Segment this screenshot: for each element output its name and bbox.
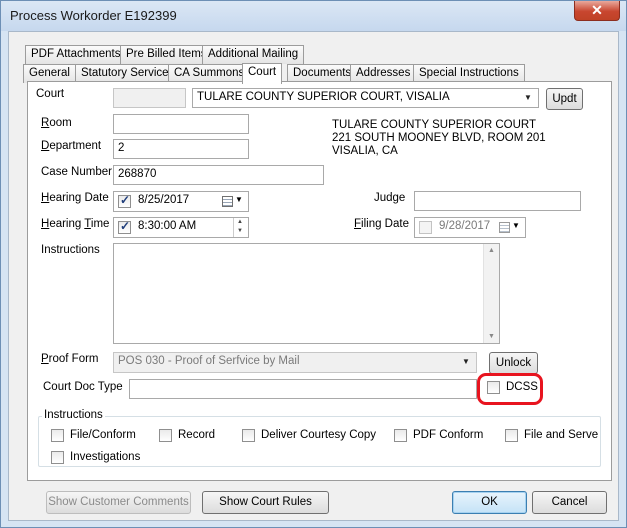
investigations-label: Investigations (70, 451, 141, 463)
hearing-date-picker[interactable]: 8/25/2017 ▼ (113, 191, 249, 212)
calendar-icon[interactable] (499, 222, 510, 233)
filing-date-checkbox[interactable] (419, 221, 432, 234)
record-checkbox[interactable] (159, 429, 172, 442)
tab-label: Documents (293, 67, 352, 79)
court-address-line: TULARE COUNTY SUPERIOR COURT (332, 119, 537, 131)
tab-label: Pre Billed Items (126, 48, 207, 60)
tab-label: Addresses (356, 67, 411, 79)
file-conform-label: File/Conform (70, 429, 136, 441)
close-button[interactable]: ✕ (574, 1, 620, 21)
room-label: Room (41, 117, 72, 129)
tab-label: Special Instructions (419, 67, 519, 79)
scrollbar-arrow-icon[interactable]: ▲ (488, 247, 495, 254)
tab-label: PDF Attachments (31, 48, 121, 60)
tab-pdf-attachments[interactable]: PDF Attachments (25, 45, 127, 64)
scrollbar-arrow-icon[interactable]: ▼ (488, 333, 495, 340)
hearing-time-value: 8:30:00 AM (138, 220, 197, 232)
spinner-icon[interactable]: ▲ ▼ (233, 218, 246, 237)
court-tab-panel: Court TULARE COUNTY SUPERIOR COURT, VISA… (27, 81, 612, 481)
dropdown-arrow-icon: ▼ (462, 357, 470, 366)
close-icon: ✕ (591, 2, 603, 18)
proof-form-label: Proof Form (41, 353, 99, 365)
court-code-field[interactable] (113, 88, 186, 108)
court-select-value: TULARE COUNTY SUPERIOR COURT, VISALIA (197, 91, 450, 103)
tab-label: General (29, 67, 70, 79)
department-label: Department (41, 140, 102, 152)
tab-additional-mailing[interactable]: Additional Mailing (202, 45, 305, 64)
pdf-conform-label: PDF Conform (413, 429, 484, 441)
window-title: Process Workorder E192399 (10, 8, 177, 23)
show-court-rules-button[interactable]: Show Court Rules (202, 491, 329, 514)
show-customer-comments-button[interactable]: Show Customer Comments (46, 491, 191, 514)
ok-button[interactable]: OK (452, 491, 527, 514)
deliver-courtesy-copy-label: Deliver Courtesy Copy (261, 429, 377, 441)
tab-label: Additional Mailing (208, 48, 299, 60)
file-and-serve-checkbox[interactable] (505, 429, 518, 442)
court-address: TULARE COUNTY SUPERIOR COURT 221 SOUTH M… (332, 119, 546, 158)
court-doc-type-label: Court Doc Type (43, 381, 123, 393)
court-address-line: 221 SOUTH MOONEY BLVD, ROOM 201 (332, 132, 546, 144)
hearing-date-label: Hearing Date (41, 192, 109, 204)
instructions-scrollbar[interactable]: ▲ ▼ (483, 244, 499, 343)
proof-form-select[interactable]: POS 030 - Proof of Serfvice by Mail ▼ (113, 352, 477, 373)
hearing-time-checkbox[interactable] (118, 219, 131, 234)
court-label: Court (36, 88, 65, 100)
tab-label: Court (248, 66, 277, 78)
department-field[interactable]: 2 (113, 139, 249, 159)
filing-date-label: Filing Date (354, 218, 409, 230)
pdf-conform-checkbox[interactable] (394, 429, 407, 442)
investigations-checkbox[interactable] (51, 451, 64, 464)
tab-pre-billed-items[interactable]: Pre Billed Items (120, 45, 213, 64)
instructions-group-title: Instructions (42, 409, 105, 421)
dcss-label: DCSS (506, 381, 538, 393)
hearing-time-picker[interactable]: 8:30:00 AM ▲▼ (113, 217, 249, 238)
dcss-checkbox[interactable] (487, 381, 500, 394)
court-doc-type-field[interactable] (129, 379, 477, 399)
tab-court[interactable]: Court (242, 63, 283, 84)
calendar-icon[interactable] (222, 196, 233, 207)
instructions-textarea[interactable]: ▲ ▼ (113, 243, 500, 344)
record-label: Record (178, 429, 216, 441)
tab-label: Statutory Service (81, 67, 169, 79)
room-field[interactable] (113, 114, 249, 134)
filing-date-value: 9/28/2017 (439, 220, 491, 232)
unlock-button[interactable]: Unlock (489, 352, 538, 374)
hearing-date-value: 8/25/2017 (138, 194, 190, 206)
filing-date-picker[interactable]: 9/28/2017 ▼ (414, 217, 526, 238)
updt-button[interactable]: Updt (546, 88, 583, 110)
deliver-courtesy-copy-checkbox[interactable] (242, 429, 255, 442)
instructions-label: Instructions (41, 244, 100, 256)
judge-label: Judge (374, 192, 406, 204)
court-address-line: VISALIA, CA (332, 145, 398, 157)
hearing-date-checkbox[interactable] (118, 193, 131, 208)
file-conform-checkbox[interactable] (51, 429, 64, 442)
proof-form-value: POS 030 - Proof of Serfvice by Mail (118, 355, 300, 367)
cancel-button[interactable]: Cancel (532, 491, 607, 514)
dropdown-arrow-icon[interactable]: ▼ (512, 221, 520, 230)
process-workorder-window: Process Workorder E192399 ✕ PDF Attachme… (0, 0, 627, 528)
file-and-serve-label: File and Serve (524, 429, 599, 441)
case-number-label: Case Number (41, 166, 112, 178)
title-bar[interactable]: Process Workorder E192399 ✕ (1, 1, 626, 31)
case-number-field[interactable]: 268870 (113, 165, 324, 185)
hearing-time-label: Hearing Time (41, 218, 110, 230)
dropdown-arrow-icon[interactable]: ▼ (235, 195, 243, 204)
judge-field[interactable] (414, 191, 581, 211)
tab-label: CA Summons (174, 67, 245, 79)
court-select[interactable]: TULARE COUNTY SUPERIOR COURT, VISALIA ▼ (192, 88, 539, 108)
dropdown-arrow-icon: ▼ (524, 93, 532, 102)
